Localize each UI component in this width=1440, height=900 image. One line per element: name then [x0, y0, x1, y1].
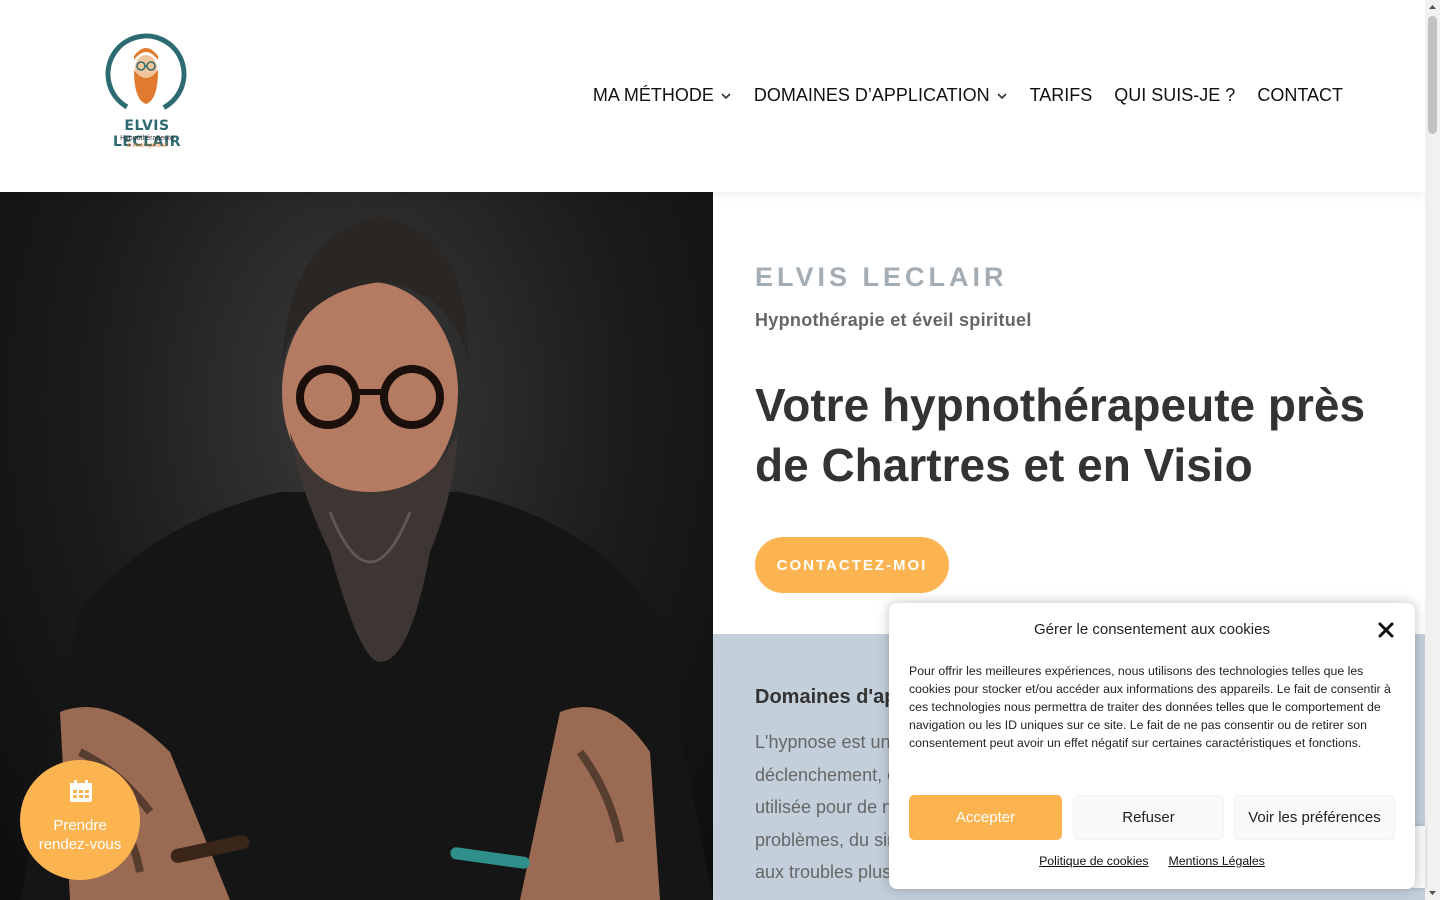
nav-item-label: QUI SUIS-JE ?: [1114, 85, 1236, 105]
nav-item-domaines[interactable]: DOMAINES D’APPLICATION: [754, 85, 1008, 106]
chevron-down-icon: [721, 92, 731, 99]
hero-eyebrow: ELVIS LECLAIR: [755, 262, 1008, 292]
logo-emblem-icon: [105, 33, 187, 115]
refuse-cookies-button[interactable]: Refuser: [1073, 795, 1224, 840]
view-preferences-button[interactable]: Voir les préférences: [1234, 795, 1395, 840]
cookie-dialog-text: Pour offrir les meilleures expériences, …: [909, 664, 1391, 750]
scroll-up-arrow-icon[interactable]: [1425, 0, 1440, 15]
scrollbar-thumb[interactable]: [1428, 16, 1437, 134]
hero-text-section: ELVIS LECLAIR Hypnothérapie et éveil spi…: [713, 192, 1425, 634]
logo-subtitle-2: & éveil spirituel: [126, 143, 168, 149]
nav-item-label: TARIFS: [1029, 85, 1093, 105]
nav-item-label: CONTACT: [1257, 85, 1343, 105]
nav-item-qui-suis-je[interactable]: QUI SUIS-JE ?: [1114, 85, 1235, 106]
close-icon[interactable]: [1377, 621, 1395, 639]
legal-notice-link[interactable]: Mentions Légales: [1169, 854, 1265, 868]
calendar-icon: [70, 780, 92, 802]
cookie-policy-link[interactable]: Politique de cookies: [1039, 854, 1148, 868]
logo-subtitle: Hypnothérapeute: [120, 135, 174, 142]
appointment-label: Prendre rendez-vous: [20, 816, 140, 854]
contact-me-button[interactable]: CONTACTEZ-MOI: [755, 537, 949, 593]
appointment-label-line1: Prendre: [53, 817, 107, 834]
page-scrollbar[interactable]: [1425, 0, 1440, 900]
hero-headline: Votre hypnothérapeute près de Chartres e…: [755, 379, 1366, 491]
appointment-label-line2: rendez-vous: [38, 836, 122, 853]
nav-item-contact[interactable]: CONTACT: [1257, 85, 1343, 106]
nav-item-ma-methode[interactable]: MA MÉTHODE: [593, 85, 732, 106]
scroll-down-arrow-icon[interactable]: [1425, 885, 1440, 900]
cookie-links: Politique de cookies Mentions Légales: [889, 854, 1415, 868]
site-logo[interactable]: ELVIS LECLAIR Hypnothérapeute & éveil sp…: [88, 30, 206, 154]
cookie-dialog-title: Gérer le consentement aux cookies: [1034, 621, 1270, 638]
book-appointment-button[interactable]: Prendre rendez-vous: [20, 760, 140, 880]
nav-item-label: MA MÉTHODE: [592, 85, 714, 105]
site-header: ELVIS LECLAIR Hypnothérapeute & éveil sp…: [0, 0, 1425, 192]
nav-item-tarifs[interactable]: TARIFS: [1030, 85, 1093, 106]
nav-item-label: DOMAINES D’APPLICATION: [753, 85, 990, 105]
cookie-consent-dialog: Gérer le consentement aux cookies Pour o…: [889, 603, 1415, 889]
domains-title: Domaines d'app: [755, 686, 909, 708]
chevron-down-icon: [997, 92, 1007, 99]
accept-cookies-button[interactable]: Accepter: [909, 795, 1062, 840]
main-nav: MA MÉTHODE DOMAINES D’APPLICATION TARIFS…: [593, 85, 1343, 106]
hero-tagline: Hypnothérapie et éveil spirituel: [755, 310, 1032, 330]
